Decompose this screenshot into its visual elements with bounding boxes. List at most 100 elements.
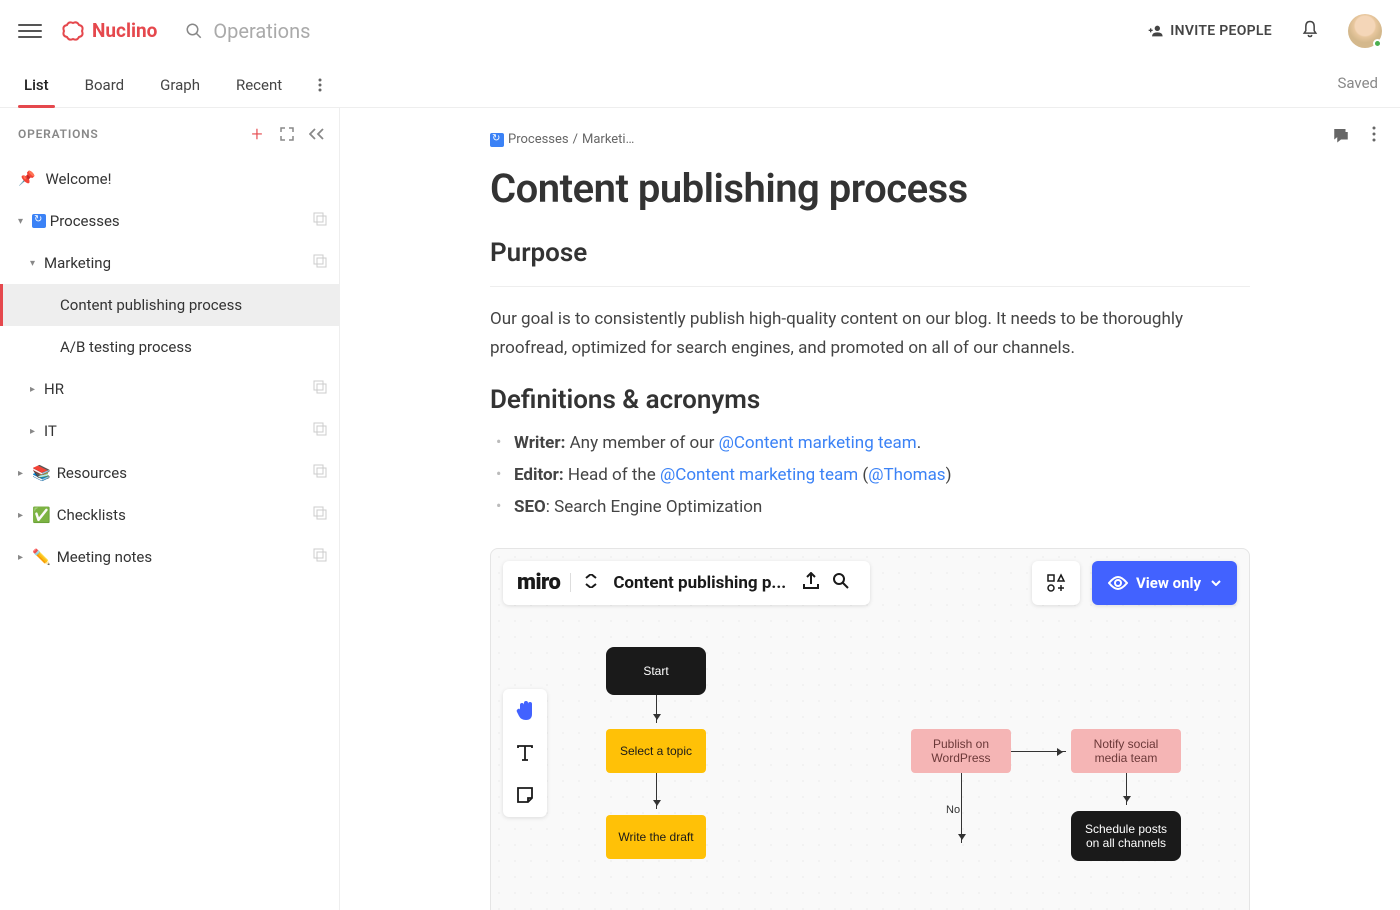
brain-icon (60, 20, 86, 42)
miro-toolbar: miro Content publishing p... View only (503, 561, 1237, 605)
pencil-icon: ✏️ (32, 548, 51, 566)
tab-recent[interactable]: Recent (230, 62, 288, 108)
sidebar-item-resources[interactable]: ▸ 📚 Resources (0, 452, 339, 494)
brand-logo[interactable]: Nuclino (60, 19, 157, 42)
shapes-icon (1046, 573, 1066, 593)
chevron-right-icon: ▸ (30, 426, 40, 437)
definitions-list[interactable]: Writer: Any member of our @Content marke… (490, 427, 1250, 524)
sidebar: OPERATIONS + 📌 Welcome! ▾ Processes ▾ Ma… (0, 108, 340, 910)
processes-icon (32, 214, 46, 228)
flow-node-notify-social[interactable]: Notify social media team (1071, 729, 1181, 773)
item-options-icon[interactable] (313, 506, 327, 524)
miro-menu-icon[interactable] (570, 573, 603, 592)
sidebar-item-it[interactable]: ▸ IT (0, 410, 339, 452)
menu-hamburger-icon[interactable] (18, 19, 42, 43)
mention-thomas[interactable]: @Thomas (868, 465, 945, 485)
flow-arrow (1011, 751, 1066, 752)
tabs-more-icon[interactable] (312, 77, 328, 93)
tab-board[interactable]: Board (79, 62, 130, 108)
sidebar-item-welcome[interactable]: 📌 Welcome! (0, 158, 339, 200)
saved-status: Saved (1337, 74, 1378, 92)
flow-arrow (656, 695, 657, 723)
sidebar-item-checklists[interactable]: ▸ ✅ Checklists (0, 494, 339, 536)
sidebar-item-content-publishing[interactable]: Content publishing process (0, 284, 339, 326)
miro-hand-tool[interactable] (509, 695, 541, 727)
miro-view-only-button[interactable]: View only (1092, 561, 1237, 605)
miro-search-icon[interactable] (826, 572, 856, 594)
definition-editor: Editor: Head of the @Content marketing t… (490, 459, 1250, 491)
flow-arrow (656, 773, 657, 809)
sidebar-item-ab-testing[interactable]: A/B testing process (0, 326, 339, 368)
miro-main-toolbar: miro Content publishing p... (503, 561, 870, 605)
search-button[interactable]: Operations (185, 19, 310, 43)
miro-shapes-button[interactable] (1032, 561, 1080, 605)
invite-people-button[interactable]: INVITE PEOPLE (1148, 23, 1272, 39)
sidebar-item-meeting-notes[interactable]: ▸ ✏️ Meeting notes (0, 536, 339, 578)
item-options-icon[interactable] (313, 422, 327, 440)
user-avatar[interactable] (1348, 14, 1382, 48)
flow-arrow (1126, 773, 1127, 805)
miro-side-toolbar (503, 689, 547, 817)
item-options-icon[interactable] (313, 548, 327, 566)
doc-more-icon[interactable] (1372, 126, 1376, 148)
item-options-icon[interactable] (313, 464, 327, 482)
miro-board-title[interactable]: Content publishing p... (613, 573, 786, 593)
definition-seo: SEO: Search Engine Optimization (490, 491, 1250, 523)
books-icon: 📚 (32, 464, 51, 482)
top-header: Nuclino Operations INVITE PEOPLE (0, 0, 1400, 62)
doc-actions (1332, 126, 1376, 148)
view-tabs: List Board Graph Recent Saved (0, 62, 1400, 108)
flow-node-publish-wp[interactable]: Publish on WordPress (911, 729, 1011, 773)
flow-node-schedule-posts[interactable]: Schedule posts on all channels (1071, 811, 1181, 861)
flow-node-write-draft[interactable]: Write the draft (606, 815, 706, 859)
expand-icon[interactable] (277, 124, 297, 144)
purpose-heading[interactable]: Purpose (490, 238, 1250, 268)
page-title[interactable]: Content publishing process (490, 165, 1250, 212)
miro-logo[interactable]: miro (517, 570, 560, 595)
tab-graph[interactable]: Graph (154, 62, 206, 108)
item-options-icon[interactable] (313, 212, 327, 230)
tab-list[interactable]: List (18, 62, 55, 108)
flow-node-start[interactable]: Start (606, 647, 706, 695)
miro-export-icon[interactable] (796, 572, 826, 594)
notifications-button[interactable] (1300, 19, 1320, 43)
mention-content-team[interactable]: @Content marketing team (660, 465, 858, 485)
purpose-body[interactable]: Our goal is to consistently publish high… (490, 305, 1250, 363)
item-options-icon[interactable] (313, 380, 327, 398)
breadcrumb[interactable]: Processes / Marketi… (490, 132, 1250, 147)
comments-icon[interactable] (1332, 126, 1350, 148)
sidebar-title: OPERATIONS (18, 127, 237, 141)
chevron-right-icon: ▸ (18, 552, 28, 563)
chevron-right-icon: ▸ (30, 384, 40, 395)
sidebar-item-marketing[interactable]: ▾ Marketing (0, 242, 339, 284)
presence-dot (1373, 39, 1382, 48)
person-add-icon (1148, 23, 1164, 39)
pin-icon: 📌 (18, 171, 35, 187)
chevron-right-icon: ▸ (18, 468, 28, 479)
search-placeholder: Operations (213, 19, 310, 43)
flow-node-select-topic[interactable]: Select a topic (606, 729, 706, 773)
bell-icon (1300, 19, 1320, 39)
definition-writer: Writer: Any member of our @Content marke… (490, 427, 1250, 459)
item-options-icon[interactable] (313, 254, 327, 272)
sidebar-header: OPERATIONS + (0, 124, 339, 158)
miro-sticky-tool[interactable] (509, 779, 541, 811)
sidebar-item-hr[interactable]: ▸ HR (0, 368, 339, 410)
miro-text-tool[interactable] (509, 737, 541, 769)
chevron-down-icon: ▾ (18, 216, 28, 227)
definitions-heading[interactable]: Definitions & acronyms (490, 385, 1250, 415)
flow-label-no: No (946, 804, 960, 816)
flow-arrow (961, 773, 962, 843)
document-pane: Processes / Marketi… Content publishing … (340, 108, 1400, 910)
miro-embed[interactable]: miro Content publishing p... View only (490, 548, 1250, 910)
check-icon: ✅ (32, 506, 51, 524)
add-item-button[interactable]: + (247, 124, 267, 144)
chevron-down-icon (1211, 580, 1221, 586)
processes-icon (490, 133, 504, 147)
brand-text: Nuclino (92, 19, 157, 42)
mention-content-team[interactable]: @Content marketing team (719, 433, 917, 453)
chevron-right-icon: ▸ (18, 510, 28, 521)
search-icon (185, 22, 203, 40)
collapse-sidebar-icon[interactable] (307, 124, 327, 144)
sidebar-item-processes[interactable]: ▾ Processes (0, 200, 339, 242)
